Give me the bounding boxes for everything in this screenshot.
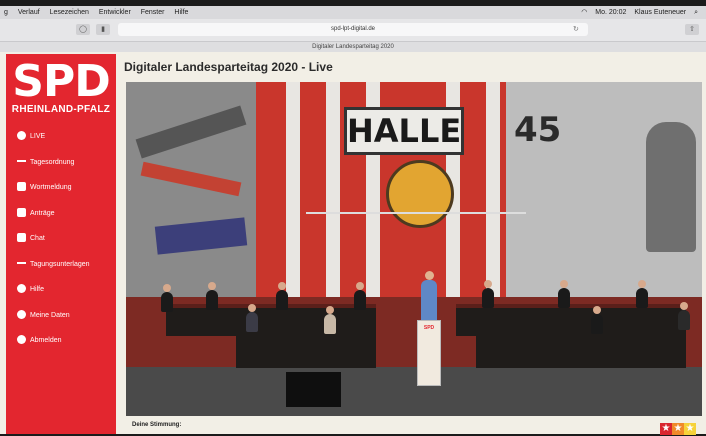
sidebar-item-label: Tagesordnung xyxy=(30,158,75,166)
person xyxy=(276,282,288,310)
person xyxy=(636,280,648,308)
person xyxy=(678,302,690,330)
sidebar-item-label: Wortmeldung xyxy=(30,184,72,191)
share-icon[interactable]: ⇧ xyxy=(685,24,699,35)
main-content: Digitaler Landesparteitag 2020 - Live HA… xyxy=(122,54,702,435)
power-icon xyxy=(17,335,26,344)
sidebar-item-antraege[interactable]: Anträge xyxy=(6,201,116,227)
os-menu-bar: g Verlauf Lesezeichen Entwickler Fenster… xyxy=(0,6,706,19)
menu-verlauf[interactable]: Verlauf xyxy=(18,9,40,16)
person xyxy=(482,280,494,308)
star-icon[interactable]: ★ xyxy=(660,423,672,435)
page: SPD RHEINLAND-PFALZ LIVE Tagesordnung Wo… xyxy=(0,52,706,435)
tv-camera xyxy=(286,372,341,407)
browser-toolbar: ◯ ▮ spd-lpt-digital.de ↻ ⇧ xyxy=(0,19,706,42)
sidebar-item-tagesordnung[interactable]: Tagesordnung xyxy=(6,150,116,176)
sidebar-item-label: LIVE xyxy=(30,133,46,140)
star-icon[interactable]: ★ xyxy=(684,423,696,435)
speaker xyxy=(421,271,437,320)
person xyxy=(591,306,603,334)
download-icon xyxy=(17,261,26,264)
podium: SPD xyxy=(417,320,441,386)
url-text: spd-lpt-digital.de xyxy=(330,26,376,32)
sidebar-item-chat[interactable]: Chat xyxy=(6,226,116,252)
graffiti-wall-left xyxy=(126,82,256,297)
sidebar: SPD RHEINLAND-PFALZ LIVE Tagesordnung Wo… xyxy=(6,54,116,434)
wifi-icon[interactable]: ◠ xyxy=(581,9,587,16)
page-title: Digitaler Landesparteitag 2020 - Live xyxy=(124,60,333,74)
person xyxy=(354,282,366,310)
front-table-right xyxy=(476,334,686,368)
chat-icon xyxy=(17,233,26,242)
balcony-railing xyxy=(306,212,526,214)
person xyxy=(558,280,570,308)
round-window xyxy=(386,160,454,228)
address-bar[interactable]: spd-lpt-digital.de ↻ xyxy=(118,23,588,36)
logo-text: SPD xyxy=(12,56,110,107)
help-icon xyxy=(17,284,26,293)
clock[interactable]: Mo. 20:02 xyxy=(595,9,626,16)
person xyxy=(324,306,336,334)
mood-rating: ★ ★ ★ xyxy=(660,418,696,435)
menu-entwickler[interactable]: Entwickler xyxy=(99,9,131,16)
menu-hilfe[interactable]: Hilfe xyxy=(174,9,188,16)
document-icon xyxy=(17,207,26,217)
podium-label: SPD xyxy=(423,325,435,331)
star-icon[interactable]: ★ xyxy=(672,423,684,435)
sidebar-item-label: Abmelden xyxy=(30,337,62,344)
sidebar-item-live[interactable]: LIVE xyxy=(6,124,116,150)
app-menus: g Verlauf Lesezeichen Entwickler Fenster… xyxy=(4,6,196,19)
sidebar-toggle-icon[interactable]: ▮ xyxy=(96,24,110,35)
search-icon[interactable]: ⌕ xyxy=(694,9,698,16)
sidebar-item-label: Tagungsunterlagen xyxy=(30,260,90,268)
sidebar-item-meine-daten[interactable]: Meine Daten xyxy=(6,303,116,329)
person xyxy=(161,284,173,312)
sidebar-nav: LIVE Tagesordnung Wortmeldung Anträge Ch… xyxy=(6,124,116,354)
logo-region: RHEINLAND-PFALZ xyxy=(11,104,111,115)
reader-icon[interactable]: ◯ xyxy=(76,24,90,35)
mood-label: Deine Stimmung: xyxy=(132,422,182,428)
user-icon xyxy=(17,309,26,319)
sidebar-item-label: Chat xyxy=(30,235,45,242)
spd-logo[interactable]: SPD RHEINLAND-PFALZ xyxy=(6,56,116,116)
user-name[interactable]: Klaus Euteneuer xyxy=(634,9,686,16)
front-table-left xyxy=(236,332,376,368)
agenda-icon xyxy=(17,159,26,162)
panel-table-right xyxy=(456,308,686,336)
sidebar-item-label: Meine Daten xyxy=(30,311,70,319)
live-video-player[interactable]: HALLE 45 SPD xyxy=(126,82,702,416)
speech-icon xyxy=(17,182,26,191)
sidebar-item-abmelden[interactable]: Abmelden xyxy=(6,328,116,354)
mural-figure xyxy=(646,122,696,252)
tab-bar: Digitaler Landesparteitag 2020 xyxy=(0,42,706,52)
menu-item-partial[interactable]: g xyxy=(4,9,8,16)
sidebar-item-wortmeldung[interactable]: Wortmeldung xyxy=(6,175,116,201)
person xyxy=(246,304,258,332)
status-area: ◠ Mo. 20:02 Klaus Euteneuer ⌕ xyxy=(575,6,698,19)
sidebar-item-hilfe[interactable]: Hilfe xyxy=(6,277,116,303)
sidebar-item-label: Hilfe xyxy=(30,286,45,293)
hall-number: 45 xyxy=(514,110,562,150)
menu-fenster[interactable]: Fenster xyxy=(141,9,165,16)
reload-icon[interactable]: ↻ xyxy=(573,23,579,36)
sidebar-item-label: Anträge xyxy=(30,209,55,217)
menu-lesezeichen[interactable]: Lesezeichen xyxy=(50,9,89,16)
person xyxy=(206,282,218,310)
mood-bar: Deine Stimmung: ★ ★ ★ xyxy=(126,418,702,435)
sidebar-item-tagungsunterlagen[interactable]: Tagungsunterlagen xyxy=(6,252,116,278)
tab-title[interactable]: Digitaler Landesparteitag 2020 xyxy=(312,44,394,50)
globe-icon xyxy=(17,131,26,140)
halle-sign: HALLE xyxy=(344,107,464,155)
